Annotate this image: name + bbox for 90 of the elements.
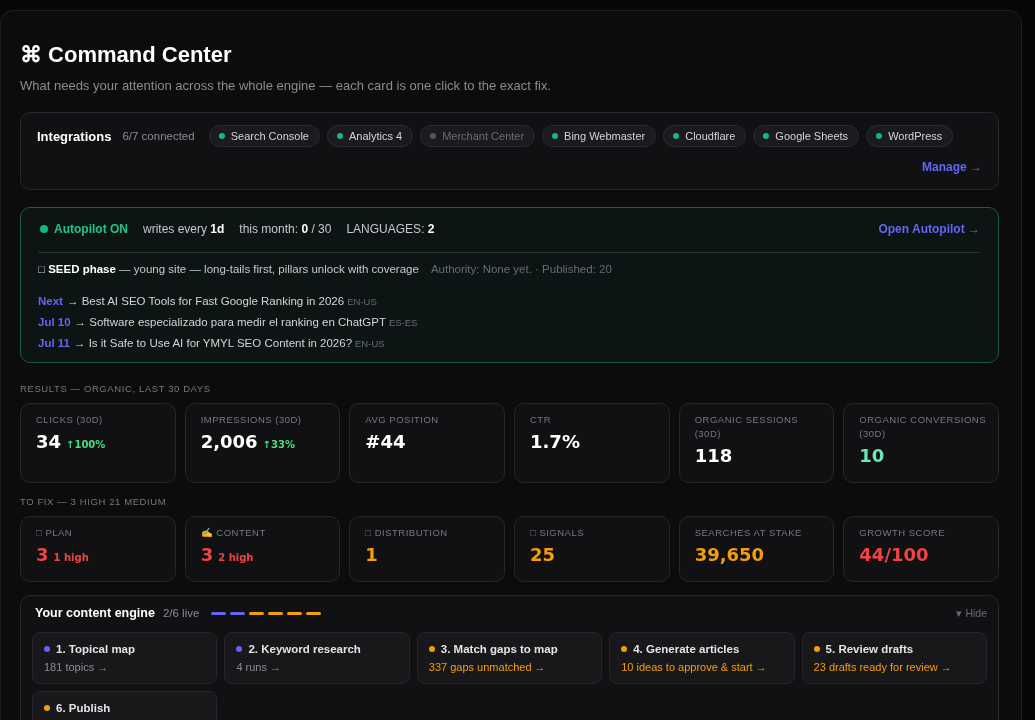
step-title: 3. Match gaps to map xyxy=(440,642,558,657)
metric-label: CLICKS (30D) xyxy=(36,413,103,427)
integration-chip[interactable]: WordPress xyxy=(866,125,954,147)
step-title: 4. Generate articles xyxy=(633,642,740,657)
fix-card[interactable]: □ DISTRIBUTION 1 xyxy=(349,516,505,582)
page-title: ⌘ Command Center xyxy=(20,41,232,69)
metric-value: 2,006 xyxy=(200,430,258,454)
metric-label: ORGANIC SESSIONS (30D) xyxy=(694,413,800,441)
article-title: → Software especializado para medir el ranking en ChatGPT xyxy=(74,315,386,330)
fix-label: SEARCHES AT STAKE xyxy=(694,526,802,540)
fix-value: 3 xyxy=(200,543,214,567)
metric-value: 1.7% xyxy=(530,430,580,454)
status-dot-icon xyxy=(430,133,437,139)
integrations-title: Integrations xyxy=(37,128,112,144)
fix-label: □ PLAN xyxy=(36,526,73,540)
queue-date: Jul 11 xyxy=(38,336,70,351)
metric-label: AVG POSITION xyxy=(365,413,439,427)
integrations-count: 6/7 connected xyxy=(122,130,195,142)
pipeline-step-card[interactable]: 5. Review drafts 23 drafts ready for review → xyxy=(801,632,987,684)
metric-label: ORGANIC CONVERSIONS (30D) xyxy=(859,413,987,441)
integration-chip[interactable]: Analytics 4 xyxy=(326,125,414,147)
integration-chip[interactable]: Cloudflare xyxy=(663,125,747,147)
metric-delta: ↑33% xyxy=(262,439,295,450)
queue-date: Jul 10 xyxy=(38,315,71,330)
fix-label: □ SIGNALS xyxy=(530,526,585,540)
fix-card[interactable]: □ SIGNALS 25 xyxy=(514,516,670,582)
pipeline-step-card[interactable]: 4. Generate articles 10 ideas to approve & start → xyxy=(609,632,795,684)
hide-toggle[interactable]: ▾ Hide xyxy=(956,607,987,619)
phase-description: □ SEED phase — young site — long-tails first, pillars unlock with coverage xyxy=(38,262,419,277)
step-detail: 10 ideas to approve & start → xyxy=(621,660,767,675)
autopilot-status: Autopilot ON xyxy=(54,221,128,238)
engine-live-count: 2/6 live xyxy=(162,606,200,621)
locale-tag: EN-US xyxy=(355,334,385,354)
step-detail: 4 runs → xyxy=(236,660,282,675)
step-detail: 181 topics → xyxy=(44,660,109,675)
locale-tag: ES-ES xyxy=(388,313,418,333)
article-title: → Is it Safe to Use AI for YMYL SEO Content in 2026? xyxy=(73,336,353,351)
fix-card[interactable]: ✍ CONTENT 3 2 high xyxy=(184,516,341,582)
metric-value: 10 xyxy=(859,444,885,468)
article-title: → Best AI SEO Tools for Fast Google Ranking in 2026 xyxy=(66,294,345,309)
autopilot-stat: LANGUAGES: 2 xyxy=(346,221,435,238)
metric-value: 118 xyxy=(694,444,733,468)
metric-label: CTR xyxy=(530,413,552,427)
status-dot-icon xyxy=(673,133,680,139)
step-title: 2. Keyword research xyxy=(248,642,361,657)
fix-value: 3 xyxy=(36,543,49,567)
metric-label: IMPRESSIONS (30D) xyxy=(200,413,302,427)
metric-value: #44 xyxy=(365,430,406,454)
fix-value: 25 xyxy=(530,543,556,567)
autopilot-stat: this month: 0 / 30 xyxy=(239,221,332,238)
page-subtitle: What needs your attention across the whole engine — each card is one click to the exact fix. xyxy=(20,77,552,95)
step-detail: 337 gaps unmatched → xyxy=(428,660,546,675)
step-title: 6. Publish xyxy=(56,701,111,716)
phase-meta: Authority: None yet. · Published: 20 xyxy=(430,262,612,277)
fix-label: GROWTH SCORE xyxy=(859,526,946,540)
locale-tag: EN-US xyxy=(347,292,377,312)
step-title: 1. Topical map xyxy=(56,642,136,657)
fix-card[interactable]: SEARCHES AT STAKE 39,650 xyxy=(678,516,835,582)
status-dot-icon xyxy=(336,133,343,139)
queue-date: Next xyxy=(38,294,63,309)
pipeline-step-card[interactable]: 3. Match gaps to map 337 gaps unmatched → xyxy=(416,632,603,684)
metric-delta: ↑100% xyxy=(66,439,106,450)
fix-value: 44/100 xyxy=(859,543,929,567)
pipeline-step-card[interactable]: 2. Keyword research 4 runs → xyxy=(224,632,410,684)
section-label: RESULTS — ORGANIC, LAST 30 DAYS xyxy=(20,383,211,395)
step-detail: 23 drafts ready for review → xyxy=(813,660,952,675)
integration-chip[interactable]: Search Console xyxy=(208,125,320,147)
engine-title: Your content engine xyxy=(35,605,155,622)
fix-label: □ DISTRIBUTION xyxy=(365,526,448,540)
fix-card[interactable]: GROWTH SCORE 44/100 xyxy=(843,516,999,582)
integration-chip[interactable]: Bing Webmaster xyxy=(542,125,657,147)
open-autopilot-link[interactable]: Open Autopilot → xyxy=(878,221,980,237)
autopilot-stat: writes every 1d xyxy=(143,221,225,238)
pipeline-step-card[interactable]: 1. Topical map 181 topics → xyxy=(32,632,218,684)
pipeline-step-card[interactable]: 6. Publish xyxy=(32,691,218,720)
fix-value: 39,650 xyxy=(694,543,765,567)
fix-value: 1 xyxy=(365,543,378,567)
fix-card[interactable]: □ PLAN 3 1 high xyxy=(20,516,176,582)
status-dot-icon xyxy=(763,133,770,139)
status-dot-icon xyxy=(218,133,225,139)
fix-label: ✍ CONTENT xyxy=(200,526,266,540)
status-dot-icon xyxy=(552,133,559,139)
status-dot-icon xyxy=(876,133,883,139)
integration-chip[interactable]: Google Sheets xyxy=(753,125,860,147)
step-title: 5. Review drafts xyxy=(825,642,914,657)
fix-note: 2 high xyxy=(218,552,254,563)
fix-note: 1 high xyxy=(53,552,89,563)
manage-link[interactable]: Manage → xyxy=(922,159,982,175)
metric-value: 34 xyxy=(36,430,62,454)
section-label: TO FIX — 3 HIGH 21 MEDIUM xyxy=(20,496,167,508)
